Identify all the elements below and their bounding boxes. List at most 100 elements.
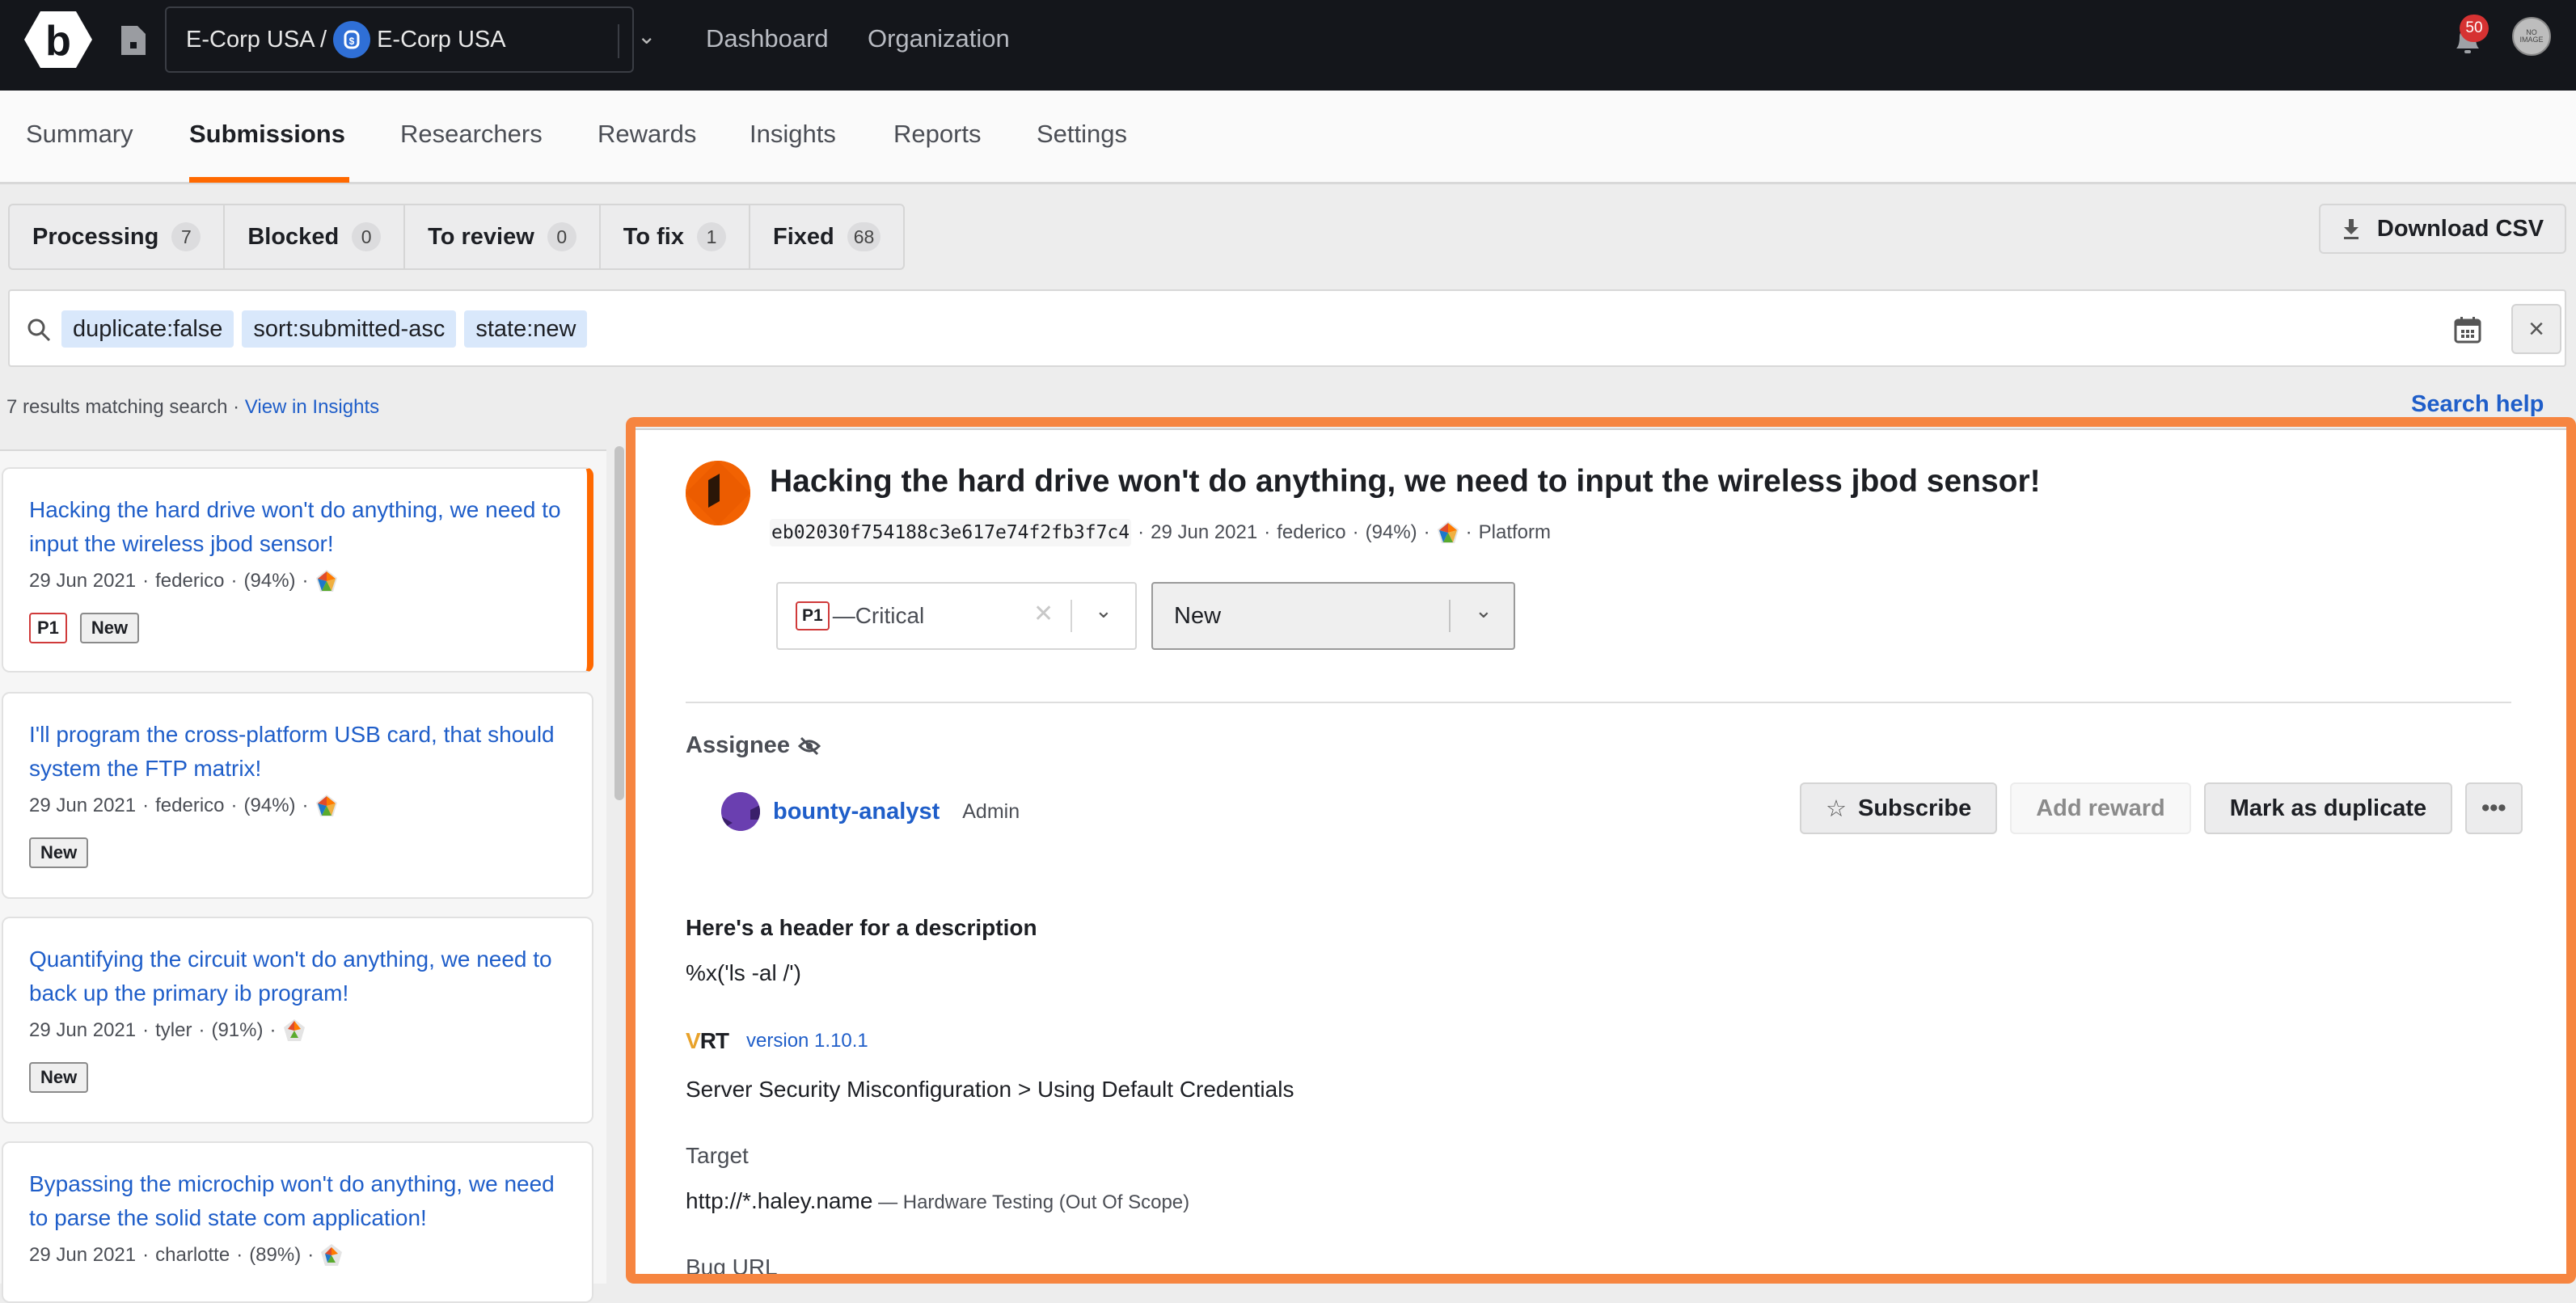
subscribe-button[interactable]: ☆ Subscribe <box>1800 782 1998 834</box>
filter-count: 0 <box>352 222 382 251</box>
filter-label: To review <box>428 223 534 250</box>
submission-title[interactable]: Bypassing the microchip won't do anythin… <box>29 1167 566 1235</box>
submission-title[interactable]: Quantifying the circuit won't do anythin… <box>29 942 566 1010</box>
researcher-name: tyler <box>155 1019 192 1041</box>
add-reward-label: Add reward <box>2036 795 2165 821</box>
chevron-down-icon[interactable]: ⌄ <box>1095 598 1113 623</box>
top-bar: b E-Corp USA / $ E-Corp USA ⌄ Dashboard … <box>0 0 2576 91</box>
submission-card[interactable]: Bypassing the microchip won't do anythin… <box>2 1141 593 1303</box>
search-icon <box>27 318 51 342</box>
submission-card[interactable]: Hacking the hard drive won't do anything… <box>2 467 593 673</box>
search-chip[interactable]: state:new <box>464 310 588 348</box>
filter-blocked[interactable]: Blocked 0 <box>225 205 406 268</box>
assignee-avatar <box>721 792 760 831</box>
submission-card[interactable]: Quantifying the circuit won't do anythin… <box>2 917 593 1124</box>
filter-processing[interactable]: Processing 7 <box>10 205 226 268</box>
ellipsis-icon: ••• <box>2481 795 2506 821</box>
vrt-info: VVRTRT version 1.10.1 <box>686 1028 868 1054</box>
tab-reports[interactable]: Reports <box>893 120 982 149</box>
add-reward-button[interactable]: Add reward <box>2010 782 2191 834</box>
bugcrowd-logo-icon[interactable]: b <box>24 11 92 68</box>
search-chips: duplicate:false sort:submitted-asc state… <box>61 310 588 348</box>
document-lock-icon[interactable] <box>120 24 147 57</box>
tab-insights[interactable]: Insights <box>750 120 836 149</box>
assignee: bounty-analyst Admin <box>721 792 1020 831</box>
tab-rewards[interactable]: Rewards <box>598 120 696 149</box>
filter-count: 0 <box>547 222 576 251</box>
state-badge: New <box>29 837 89 868</box>
submission-date: 29 Jun 2021 <box>29 570 137 592</box>
nav-organization[interactable]: Organization <box>868 24 1010 53</box>
download-csv-button[interactable]: Download CSV <box>2319 204 2566 254</box>
state-filter-group: Processing 7 Blocked 0 To review 0 To fix 1 … <box>8 204 906 270</box>
org-path: E-Corp USA / <box>186 26 327 53</box>
filter-label: Processing <box>32 223 159 250</box>
close-icon: × <box>2528 313 2544 344</box>
submission-badges: P1 New <box>29 613 561 643</box>
description-body: %x('ls -al /') <box>686 960 801 985</box>
submission-card[interactable]: I'll program the cross-platform USB card… <box>2 692 593 899</box>
view-in-insights-link[interactable]: View in Insights <box>245 396 379 418</box>
researcher-avatar <box>686 461 750 525</box>
researcher-score: (94%) <box>1365 521 1417 543</box>
researcher-pentagon-icon <box>321 1244 343 1266</box>
subscribe-label: Subscribe <box>1858 795 1972 821</box>
filter-count: 1 <box>696 222 726 251</box>
svg-text:b: b <box>45 18 71 65</box>
vrt-version-link[interactable]: version 1.10.1 <box>746 1030 868 1052</box>
tab-settings[interactable]: Settings <box>1037 120 1127 149</box>
section-divider <box>686 702 2511 703</box>
assignee-heading: Assignee <box>686 732 821 759</box>
submission-date: 29 Jun 2021 <box>1151 521 1258 543</box>
divider <box>618 24 619 58</box>
filter-to-fix[interactable]: To fix 1 <box>601 205 750 268</box>
list-scrollbar[interactable] <box>614 446 624 800</box>
filter-count: 7 <box>171 222 201 251</box>
tab-summary[interactable]: Summary <box>26 120 133 149</box>
mark-as-duplicate-button[interactable]: Mark as duplicate <box>2203 782 2453 834</box>
researcher-name: federico <box>155 795 225 816</box>
target-group: Hardware Testing (Out Of Scope) <box>902 1191 1190 1213</box>
chevron-down-icon[interactable]: ⌄ <box>1475 598 1493 623</box>
download-csv-label: Download CSV <box>2376 215 2544 242</box>
notification-count-badge: 50 <box>2460 15 2489 42</box>
assignee-label: Assignee <box>686 732 790 758</box>
submission-title[interactable]: I'll program the cross-platform USB card… <box>29 718 566 786</box>
filter-label: Fixed <box>772 223 834 250</box>
search-help-link[interactable]: Search help <box>2411 391 2544 418</box>
submission-title[interactable]: Hacking the hard drive won't do anything… <box>29 493 561 561</box>
organization-selector[interactable]: E-Corp USA / $ E-Corp USA ⌄ <box>165 6 656 73</box>
tab-researchers[interactable]: Researchers <box>400 120 543 149</box>
nav-dashboard[interactable]: Dashboard <box>706 24 829 53</box>
researcher-name[interactable]: federico <box>1277 521 1345 544</box>
filter-label: Blocked <box>247 223 340 250</box>
assignee-role: Admin <box>962 799 1020 823</box>
search-input[interactable]: duplicate:false sort:submitted-asc state… <box>8 289 2566 367</box>
description-heading: Here's a header for a description <box>686 915 1037 940</box>
user-avatar[interactable]: NO IMAGE <box>2512 17 2551 56</box>
vrt-category: Server Security Misconfiguration > Using… <box>686 1077 1294 1102</box>
star-icon: ☆ <box>1826 795 1847 822</box>
state-select[interactable]: New ⌄ <box>1151 582 1515 650</box>
download-icon <box>2343 219 2359 239</box>
clear-search-button[interactable]: × <box>2511 304 2561 354</box>
filter-to-review[interactable]: To review 0 <box>405 205 601 268</box>
target-heading: Target <box>686 1143 749 1168</box>
assignee-name[interactable]: bounty-analyst <box>773 799 940 825</box>
chevron-down-icon[interactable]: ⌄ <box>637 23 656 49</box>
severity-select[interactable]: P1 —Critical ✕ ⌄ <box>776 582 1137 650</box>
more-actions-button[interactable]: ••• <box>2465 782 2523 834</box>
tab-submissions[interactable]: Submissions <box>189 120 345 149</box>
researcher-name: federico <box>155 570 225 592</box>
priority-badge: P1 <box>796 601 830 630</box>
submission-actions: ☆ Subscribe Add reward Mark as duplicate … <box>1800 782 2523 834</box>
researcher-pentagon-icon <box>1437 521 1459 543</box>
calendar-icon[interactable] <box>2453 315 2482 344</box>
search-chip[interactable]: sort:submitted-asc <box>242 310 457 348</box>
search-chip[interactable]: duplicate:false <box>61 310 234 348</box>
submission-hash[interactable]: eb02030f754188c3e617e74f2fb3f7c4 <box>770 519 1132 546</box>
clear-severity-icon[interactable]: ✕ <box>1033 600 1054 628</box>
eye-slash-icon[interactable] <box>797 736 821 756</box>
filter-fixed[interactable]: Fixed 68 <box>750 205 903 268</box>
filter-count: 68 <box>847 222 881 251</box>
